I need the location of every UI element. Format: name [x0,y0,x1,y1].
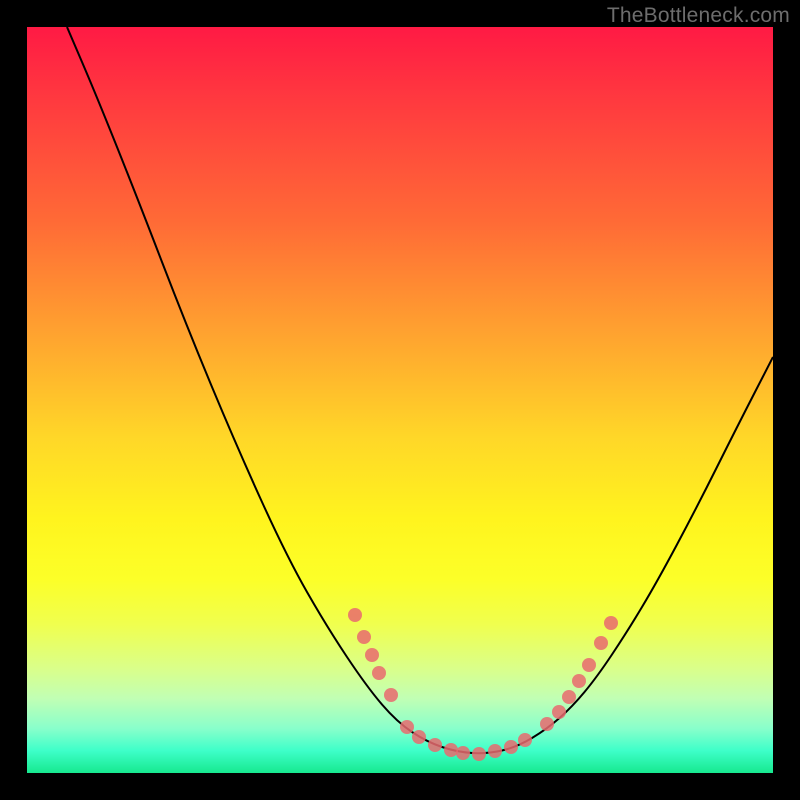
curve-markers [348,608,618,761]
curve-marker [348,608,362,622]
curve-marker [594,636,608,650]
curve-marker [428,738,442,752]
curve-marker [384,688,398,702]
curve-marker [372,666,386,680]
curve-marker [604,616,618,630]
curve-marker [582,658,596,672]
curve-marker [572,674,586,688]
curve-marker [456,746,470,760]
plot-area [27,27,773,773]
curve-marker [488,744,502,758]
watermark-text: TheBottleneck.com [607,4,790,28]
curve-marker [365,648,379,662]
curve-marker [400,720,414,734]
curve-marker [504,740,518,754]
curve-marker [357,630,371,644]
curve-marker [562,690,576,704]
curve-marker [412,730,426,744]
curve-marker [472,747,486,761]
curve-marker [518,733,532,747]
bottleneck-curve [67,27,773,753]
curve-marker [540,717,554,731]
curve-marker [552,705,566,719]
chart-frame: TheBottleneck.com [0,0,800,800]
chart-svg [27,27,773,773]
curve-marker [444,743,458,757]
